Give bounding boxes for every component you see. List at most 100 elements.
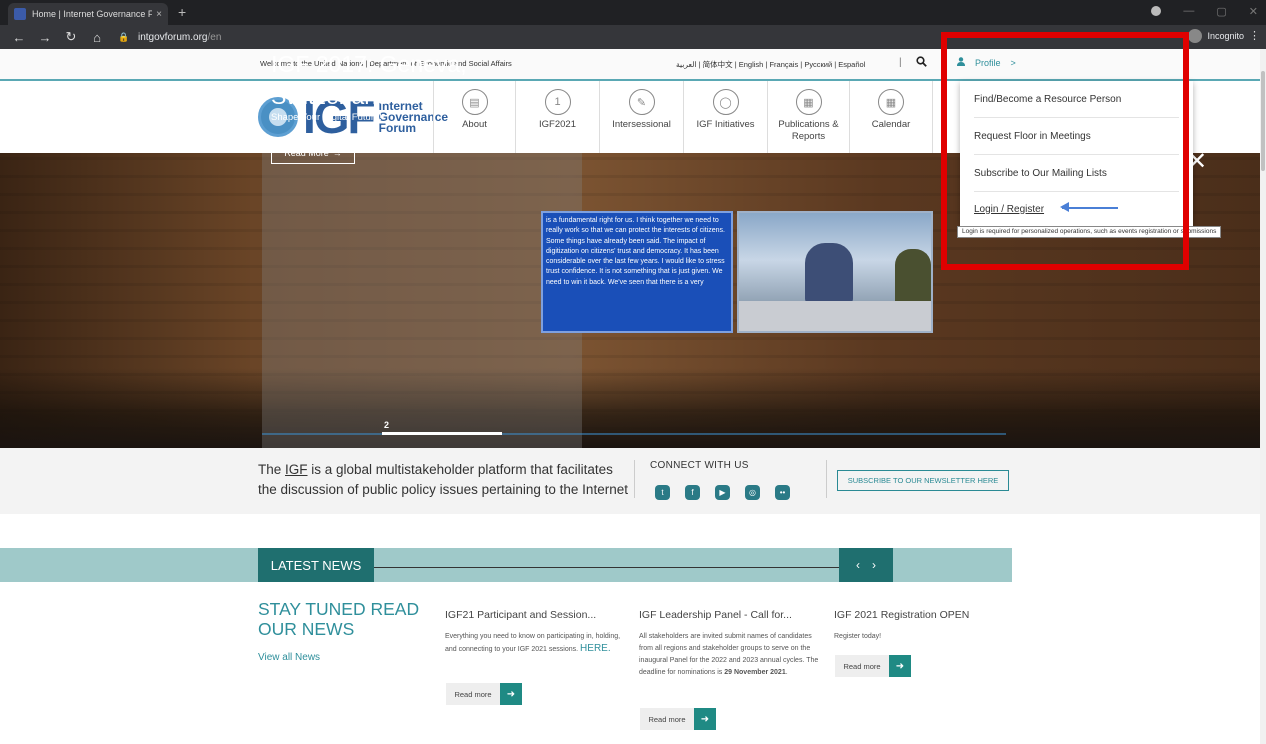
hero-subtitle: Shape Your Digital Future! <box>271 112 382 123</box>
intro-strip: The IGF is a global multistakeholder pla… <box>0 448 1266 514</box>
nav-calendar[interactable]: ▦ Calendar <box>849 81 933 153</box>
new-tab-button[interactable]: + <box>178 4 186 20</box>
incognito-icon <box>1188 29 1203 43</box>
pen-icon: ✎ <box>628 89 655 115</box>
period: . <box>785 669 788 676</box>
intro-pre: The <box>258 462 286 477</box>
panel-desk <box>739 301 931 331</box>
hero-read-more-button[interactable]: Read More → <box>271 141 355 164</box>
document-icon: ▦ <box>795 89 822 115</box>
maximize-button[interactable]: ▢ <box>1216 5 1226 18</box>
reload-icon[interactable]: ↻ <box>64 29 78 45</box>
arrow-right-icon: ➜ <box>694 708 716 730</box>
news-card: IGF21 Participant and Session... Everyth… <box>445 609 625 656</box>
flickr-icon[interactable]: •• <box>775 485 790 500</box>
read-more-label: Read more <box>446 683 500 705</box>
calendar-icon: ▦ <box>878 89 904 115</box>
nav-label: Publications & Reports <box>778 119 839 142</box>
news-carousel-controls: ‹ › <box>839 548 893 582</box>
read-more-label: Read more <box>835 655 889 677</box>
connect-heading: CONNECT WITH US <box>650 460 749 471</box>
twitter-icon[interactable]: t <box>655 485 670 500</box>
chevron-left-icon[interactable]: ‹ <box>856 558 860 572</box>
read-more-button[interactable]: Read more ➜ <box>640 708 716 730</box>
news-card-body: Register today! <box>834 633 882 640</box>
instagram-icon[interactable]: ◎ <box>745 485 760 500</box>
url-host: intgovforum.org <box>138 31 208 43</box>
browser-tab-bar: Home | Internet Governance For × + — ▢ ✕ <box>0 0 1266 25</box>
view-all-news-link[interactable]: View all News <box>258 652 320 663</box>
chevron-right-icon[interactable]: › <box>872 558 876 572</box>
divider <box>634 460 635 498</box>
carousel-progress[interactable] <box>262 432 1006 435</box>
home-icon[interactable]: ⌂ <box>90 30 104 45</box>
here-link[interactable]: HERE. <box>580 643 611 654</box>
annotation-highlight-box <box>941 32 1189 270</box>
incognito-badge[interactable]: Incognito <box>1188 29 1244 43</box>
window-controls: — ▢ ✕ <box>1151 5 1258 18</box>
facebook-icon[interactable]: f <box>685 485 700 500</box>
news-card-title[interactable]: IGF Leadership Panel - Call for... <box>639 609 819 621</box>
stay-tuned-heading: STAY TUNED READ OUR NEWS <box>258 599 420 639</box>
url-field[interactable]: 🔒 intgovforum.org/en <box>118 32 221 43</box>
search-icon[interactable] <box>916 55 927 70</box>
read-more-label: Read More <box>284 147 329 158</box>
arrow-right-icon: → <box>332 147 342 158</box>
nav-label: IGF2021 <box>539 119 576 130</box>
tab-close-button[interactable]: × <box>156 9 162 20</box>
news-card: IGF Leadership Panel - Call for... All s… <box>639 609 819 679</box>
favicon-icon <box>14 8 26 20</box>
speaker-figure <box>805 243 853 303</box>
nav-label: About <box>462 119 487 130</box>
hero-caption-overlay <box>262 153 582 448</box>
back-icon[interactable]: ← <box>12 30 26 45</box>
intro-post: is a global multistakeholder platform th… <box>258 462 628 497</box>
language-switcher[interactable]: العربية | 简体中文 | English | Français | Ру… <box>676 59 865 70</box>
extension-icon[interactable] <box>1151 6 1162 16</box>
lightbulb-icon: ◯ <box>712 89 739 115</box>
calendar-1-icon: 1 <box>544 89 571 115</box>
latest-news-heading: LATEST NEWS <box>258 548 374 582</box>
close-window-button[interactable]: ✕ <box>1249 5 1258 18</box>
news-card-title[interactable]: IGF21 Participant and Session... <box>445 609 625 621</box>
hero-screen-video <box>737 211 933 333</box>
nav-publications[interactable]: ▦ Publications & Reports <box>767 81 849 153</box>
nav-igf-initiatives[interactable]: ◯ IGF Initiatives <box>683 81 767 153</box>
hero-title: IGF 2017: Geneva, Switzerland <box>271 51 467 109</box>
browser-menu-icon[interactable]: ⋮ <box>1249 29 1260 42</box>
forward-icon[interactable]: → <box>38 30 52 45</box>
newsletter-button[interactable]: SUBSCRIBE TO OUR NEWSLETTER HERE <box>837 470 1009 491</box>
nav-label: IGF Initiatives <box>696 119 755 130</box>
incognito-label: Incognito <box>1207 31 1244 41</box>
news-card-body: Everything you need to know on participa… <box>445 631 625 656</box>
carousel-active-indicator <box>382 432 502 435</box>
news-card: IGF 2021 Registration OPEN Register toda… <box>834 609 1014 643</box>
panelist-figure <box>895 249 931 305</box>
read-more-button[interactable]: Read more ➜ <box>835 655 911 677</box>
igf-abbr: IGF <box>285 462 308 477</box>
read-more-button[interactable]: Read more ➜ <box>446 683 522 705</box>
news-card-title[interactable]: IGF 2021 Registration OPEN <box>834 609 1014 621</box>
carousel-slide-number[interactable]: 2 <box>384 420 389 430</box>
separator: | <box>899 57 902 68</box>
news-card-body: All stakeholders are invited submit name… <box>639 631 819 679</box>
page-scrollbar[interactable] <box>1260 49 1266 744</box>
intro-text: The IGF is a global multistakeholder pla… <box>258 460 628 500</box>
news-band-line <box>373 567 840 568</box>
scrollbar-thumb[interactable] <box>1261 71 1265 171</box>
youtube-icon[interactable]: ▶ <box>715 485 730 500</box>
url-path: /en <box>207 31 222 43</box>
hero-screen-text: is a fundamental right for us. I think t… <box>541 211 733 333</box>
nav-intersessional[interactable]: ✎ Intersessional <box>599 81 683 153</box>
nav-label: Intersessional <box>612 119 671 130</box>
lock-icon: 🔒 <box>118 31 130 42</box>
divider <box>826 460 827 498</box>
tab-title: Home | Internet Governance For <box>32 9 153 19</box>
hero-audience <box>0 368 1266 448</box>
browser-tab[interactable]: Home | Internet Governance For × <box>8 3 168 25</box>
arrow-right-icon: ➜ <box>500 683 522 705</box>
minimize-button[interactable]: — <box>1183 5 1194 18</box>
nav-label: Calendar <box>871 119 911 130</box>
social-links: t f ▶ ◎ •• <box>655 485 790 500</box>
read-more-label: Read more <box>640 708 694 730</box>
